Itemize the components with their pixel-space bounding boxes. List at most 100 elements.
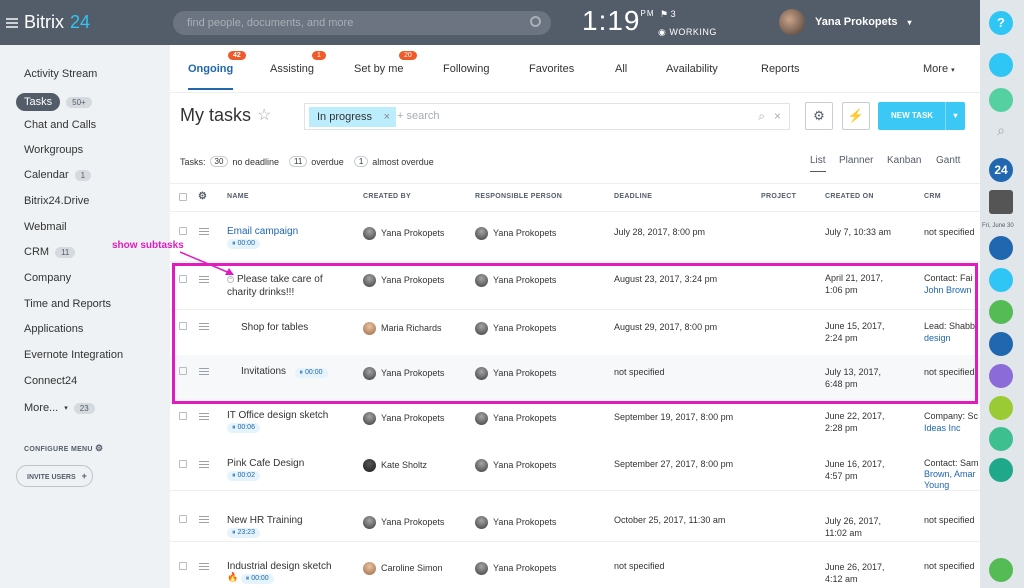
lock-icon[interactable] [989, 236, 1013, 260]
drag-handle-icon[interactable] [199, 413, 209, 420]
row-checkbox[interactable] [179, 412, 187, 420]
task-name[interactable]: Industrial design sketch [227, 561, 332, 572]
timer-badge[interactable]: ⏸ 00:00 [227, 239, 260, 249]
flag-counter[interactable]: ⚑ 3 [660, 9, 676, 20]
timer-badge[interactable]: ⏸ 00:00 [240, 574, 274, 584]
column-project[interactable]: PROJECT [761, 193, 796, 200]
column-crm[interactable]: CRM [924, 193, 941, 200]
global-search-input[interactable]: find people, documents, and more [173, 11, 551, 35]
help-icon[interactable]: ? [989, 11, 1013, 35]
drag-handle-icon[interactable] [199, 228, 209, 235]
tab-availability[interactable]: Availability [666, 63, 718, 75]
tab-favorites[interactable]: Favorites [529, 63, 574, 75]
chat-icon[interactable] [989, 88, 1013, 112]
column-deadline[interactable]: DEADLINE [614, 193, 652, 200]
megaphone-icon[interactable] [989, 364, 1013, 388]
invite-users-button[interactable]: INVITE USERS + [16, 465, 93, 487]
select-all-checkbox[interactable] [179, 193, 187, 201]
lock-icon[interactable] [989, 268, 1013, 292]
task-name[interactable]: Pink Cafe Design [227, 458, 304, 469]
overdue-count[interactable]: 11 [288, 156, 308, 167]
timer-badge[interactable]: ⏸ 00:02 [227, 471, 260, 481]
view-kanban[interactable]: Kanban [887, 155, 921, 166]
task-name[interactable]: IT Office design sketch [227, 410, 328, 421]
notifications-icon[interactable] [989, 53, 1013, 77]
avatar [363, 516, 376, 529]
megaphone-icon[interactable] [989, 396, 1013, 420]
row-checkbox[interactable] [179, 562, 187, 570]
tab-more[interactable]: More ▾ [923, 63, 955, 75]
bitrix24-icon[interactable]: 24 [989, 158, 1013, 182]
automation-button[interactable]: ⚡ [842, 102, 870, 130]
menu-icon[interactable] [6, 17, 18, 28]
tab-set-by-me[interactable]: Set by me 20 [354, 51, 417, 75]
nav-item-webmail[interactable]: Webmail [24, 221, 67, 233]
nav-item-activity-stream[interactable]: Activity Stream [24, 68, 97, 80]
timer-badge[interactable]: ⏸ 00:06 [227, 423, 260, 433]
phone-icon[interactable] [989, 558, 1013, 582]
logo-number: 24 [70, 12, 91, 32]
nav-item-crm[interactable]: CRM 11 [24, 246, 76, 258]
user-avatar-icon[interactable] [989, 190, 1013, 214]
table-row[interactable]: Email campaign ⏸ 00:00 Yana Prokopets Yan… [170, 211, 980, 261]
megaphone-icon[interactable] [989, 332, 1013, 356]
column-responsible[interactable]: RESPONSIBLE PERSON [475, 193, 562, 200]
logo[interactable]: Bitrix 24 [6, 12, 90, 33]
table-row[interactable]: IT Office design sketch ⏸ 00:06 Yana Prok… [170, 402, 980, 448]
work-status[interactable]: ◉ WORKING [658, 27, 717, 38]
configure-menu-button[interactable]: CONFIGURE MENU ⚙ [24, 443, 103, 454]
row-checkbox[interactable] [179, 515, 187, 523]
view-list[interactable]: List [810, 155, 826, 172]
drag-handle-icon[interactable] [199, 516, 209, 523]
almost-overdue-count[interactable]: 1 [353, 156, 369, 167]
nav-item-workgroups[interactable]: Workgroups [24, 144, 83, 156]
clock[interactable]: 1:19PM [582, 5, 655, 37]
tab-reports[interactable]: Reports [761, 63, 800, 75]
gear-icon: ⚙ [95, 443, 104, 453]
megaphone-icon[interactable] [989, 458, 1013, 482]
table-row[interactable]: New HR Training ⏸ 23:23 Yana Prokopets Ya… [170, 507, 980, 555]
no-deadline-count[interactable]: 30 [209, 156, 229, 167]
tab-assisting[interactable]: Assisting 1 [270, 51, 326, 75]
nav-item-connect24[interactable]: Connect24 [24, 375, 77, 387]
search-icon[interactable]: ⌕ [758, 109, 765, 124]
row-checkbox[interactable] [179, 227, 187, 235]
search-icon[interactable]: ⌕ [989, 122, 1013, 146]
column-created-on[interactable]: CREATED ON [825, 193, 874, 200]
tab-ongoing[interactable]: Ongoing 42 [188, 51, 246, 90]
tab-all[interactable]: All [615, 63, 627, 75]
new-task-button[interactable]: NEW TASK ▾ [878, 102, 965, 130]
tab-following[interactable]: Following [443, 63, 489, 75]
drag-handle-icon[interactable] [199, 461, 209, 468]
timer-badge[interactable]: ⏸ 23:23 [227, 528, 260, 538]
nav-item-applications[interactable]: Applications [24, 323, 83, 335]
column-name[interactable]: NAME [227, 193, 249, 200]
nav-item-time-reports[interactable]: Time and Reports [24, 298, 111, 310]
task-name[interactable]: Email campaign [227, 226, 298, 237]
task-name[interactable]: New HR Training [227, 515, 303, 526]
nav-item-evernote[interactable]: Evernote Integration [24, 349, 123, 361]
settings-gear-button[interactable]: ⚙ [805, 102, 833, 130]
nav-item-company[interactable]: Company [24, 272, 71, 284]
nav-item-chat[interactable]: Chat and Calls [24, 119, 96, 131]
drag-handle-icon[interactable] [199, 563, 209, 570]
nav-item-tasks[interactable]: Tasks 50+ [16, 93, 92, 111]
filter-chip[interactable]: In progress × [309, 107, 397, 127]
close-icon[interactable]: × [384, 107, 390, 127]
user-menu[interactable]: Yana Prokopets ▾ [779, 9, 912, 35]
filter-search-input[interactable]: In progress × + search ⌕ × [304, 103, 790, 130]
view-gantt[interactable]: Gantt [936, 155, 960, 166]
close-icon[interactable]: × [774, 109, 781, 123]
view-planner[interactable]: Planner [839, 155, 873, 166]
nav-item-calendar[interactable]: Calendar 1 [24, 169, 92, 181]
star-icon[interactable]: ☆ [257, 105, 271, 125]
chevron-down-icon[interactable]: ▾ [945, 102, 965, 130]
nav-item-drive[interactable]: Bitrix24.Drive [24, 195, 89, 207]
nav-item-more[interactable]: More... ▾ 23 [24, 402, 95, 414]
column-created-by[interactable]: CREATED BY [363, 193, 411, 200]
table-row[interactable]: Industrial design sketch 🔥 ⏸ 00:00 Caroli… [170, 555, 980, 588]
megaphone-icon[interactable] [989, 427, 1013, 451]
lock-icon[interactable] [989, 300, 1013, 324]
row-checkbox[interactable] [179, 460, 187, 468]
gear-icon[interactable]: ⚙ [198, 191, 207, 202]
